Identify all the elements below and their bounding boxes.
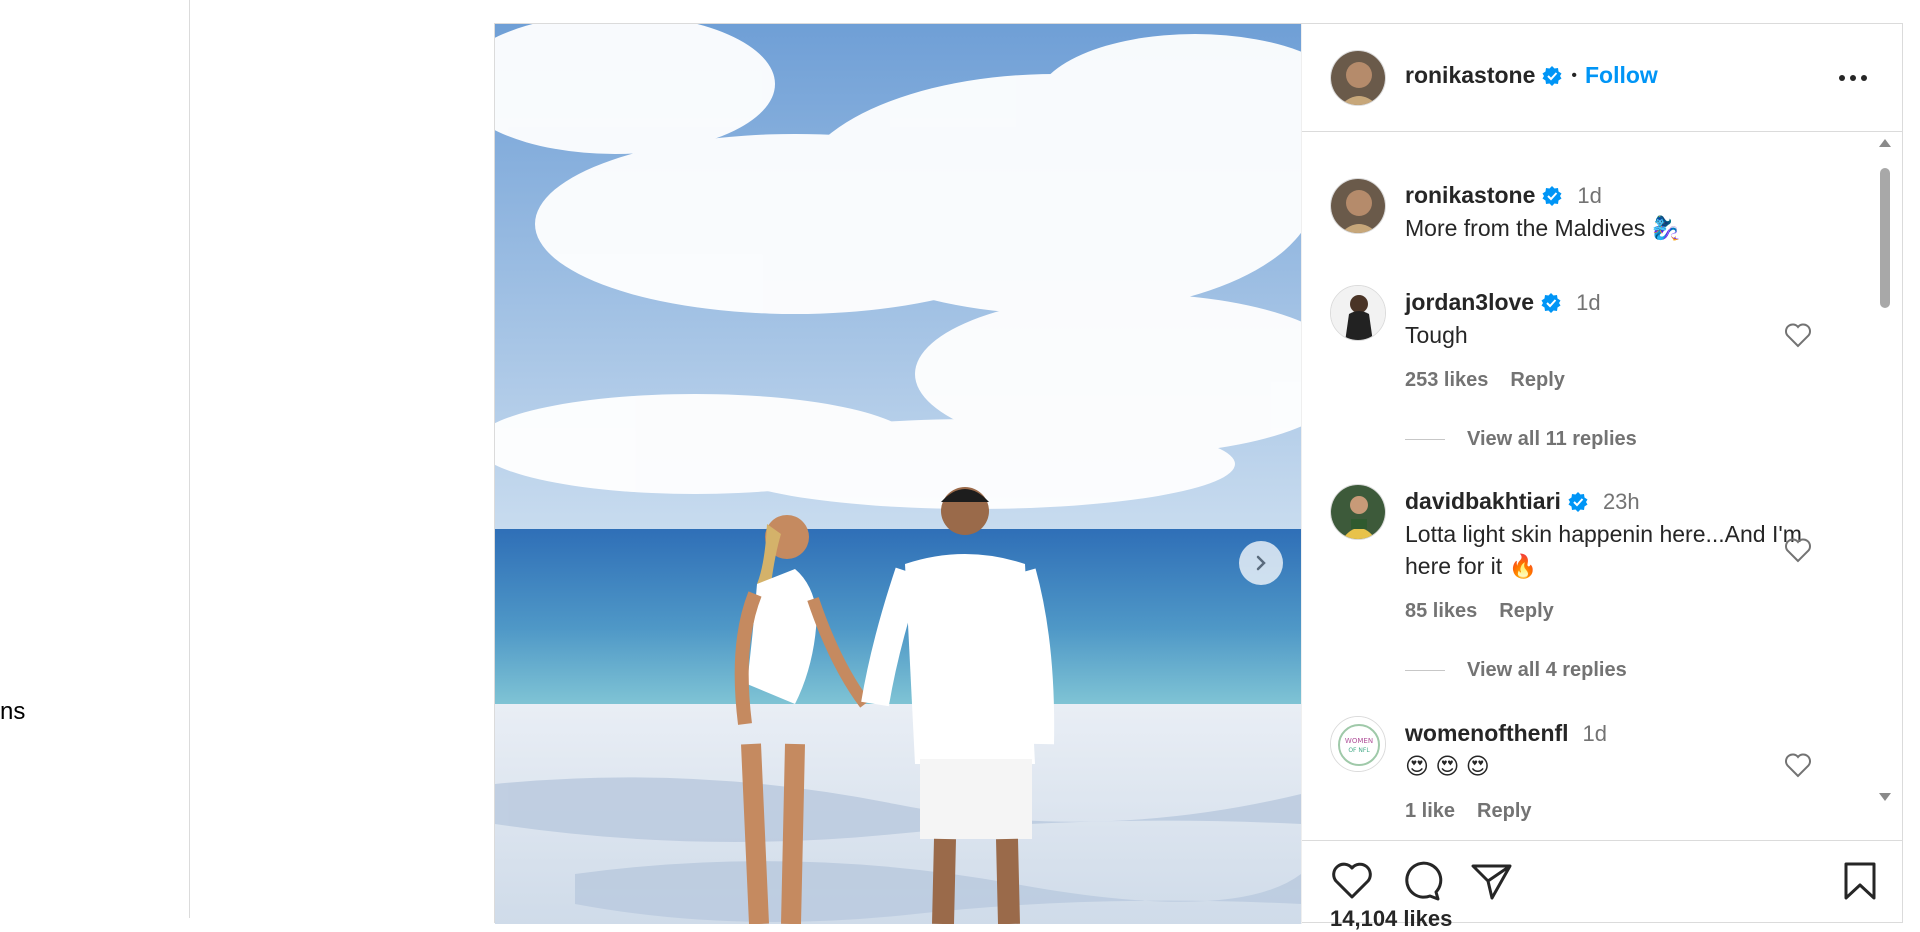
like-button[interactable] bbox=[1330, 861, 1374, 906]
comment-username[interactable]: womenofthenfl bbox=[1405, 720, 1569, 747]
comments-scrollbar[interactable] bbox=[1878, 138, 1892, 802]
view-replies-label: View all 4 replies bbox=[1467, 659, 1627, 681]
caption-avatar[interactable] bbox=[1330, 178, 1386, 234]
left-navigation-sidebar: ns bbox=[0, 0, 190, 918]
chevron-right-icon bbox=[1256, 555, 1266, 571]
post-dialog: ronikastone • Follow ronikastone 1d More… bbox=[494, 23, 1903, 931]
comment-likes[interactable]: 253 likes bbox=[1405, 369, 1488, 392]
heart-icon bbox=[1332, 862, 1372, 899]
verified-badge-icon bbox=[1541, 292, 1561, 313]
comment-head: womenofthenfl 1d bbox=[1405, 720, 1607, 747]
caption-head: ronikastone 1d bbox=[1405, 182, 1602, 209]
comment-reply-button[interactable]: Reply bbox=[1510, 369, 1564, 392]
scroll-down-arrow-icon[interactable] bbox=[1878, 792, 1892, 802]
comment-username[interactable]: davidbakhtiari bbox=[1405, 488, 1561, 515]
more-options-button[interactable] bbox=[1838, 70, 1868, 88]
replies-divider-line bbox=[1405, 439, 1445, 440]
verified-badge-icon bbox=[1568, 491, 1588, 512]
comment-like-heart-icon[interactable] bbox=[1784, 322, 1812, 348]
comment-text: Tough bbox=[1405, 322, 1468, 348]
post-side-panel: ronikastone • Follow ronikastone 1d More… bbox=[1301, 24, 1903, 931]
comment-meta: 1 like Reply bbox=[1405, 800, 1532, 823]
comment-avatar[interactable] bbox=[1330, 484, 1386, 540]
comment-time[interactable]: 1d bbox=[1576, 290, 1600, 316]
comment-time[interactable]: 1d bbox=[1583, 721, 1607, 747]
verified-badge-icon bbox=[1542, 65, 1562, 86]
comment-reply-button[interactable]: Reply bbox=[1499, 600, 1553, 623]
next-photo-button[interactable] bbox=[1239, 541, 1283, 585]
comments-list: ronikastone 1d More from the Maldives 🧞‍… bbox=[1302, 132, 1903, 840]
comment-icon bbox=[1405, 861, 1443, 901]
replies-divider-line bbox=[1405, 670, 1445, 671]
comment-head: davidbakhtiari 23h bbox=[1405, 488, 1640, 515]
author-row: ronikastone • Follow bbox=[1405, 62, 1658, 89]
comment-head: jordan3love 1d bbox=[1405, 289, 1601, 316]
scroll-up-arrow-icon[interactable] bbox=[1878, 138, 1892, 148]
comment-likes[interactable]: 1 like bbox=[1405, 800, 1455, 823]
caption-time[interactable]: 1d bbox=[1577, 183, 1601, 209]
paper-plane-icon bbox=[1471, 864, 1512, 900]
comment-time[interactable]: 23h bbox=[1603, 489, 1640, 515]
more-horizontal-icon bbox=[1839, 75, 1867, 81]
comment-username[interactable]: jordan3love bbox=[1405, 289, 1534, 316]
svg-text:OF NFL: OF NFL bbox=[1348, 747, 1370, 754]
author-avatar[interactable] bbox=[1330, 50, 1386, 106]
sidebar-item-label-partial[interactable]: ns bbox=[0, 698, 25, 726]
caption-username[interactable]: ronikastone bbox=[1405, 182, 1535, 209]
view-replies-button[interactable]: View all 4 replies bbox=[1405, 659, 1627, 682]
separator-dot: • bbox=[1571, 66, 1577, 84]
comment-like-heart-icon[interactable] bbox=[1784, 752, 1812, 778]
comment-button[interactable] bbox=[1400, 861, 1444, 906]
comment-meta: 85 likes Reply bbox=[1405, 600, 1554, 623]
comment-avatar[interactable] bbox=[1330, 285, 1386, 341]
scroll-thumb[interactable] bbox=[1880, 168, 1890, 308]
comment-meta: 253 likes Reply bbox=[1405, 369, 1565, 392]
like-count[interactable]: 14,104 likes bbox=[1330, 906, 1452, 932]
caption-text: More from the Maldives 🧞‍♀️ bbox=[1405, 215, 1681, 241]
bookmark-icon bbox=[1844, 862, 1876, 900]
beach-photo bbox=[495, 24, 1301, 924]
svg-text:WOMEN: WOMEN bbox=[1345, 737, 1373, 745]
follow-button[interactable]: Follow bbox=[1585, 62, 1658, 89]
comment-likes[interactable]: 85 likes bbox=[1405, 600, 1477, 623]
view-replies-button[interactable]: View all 11 replies bbox=[1405, 428, 1637, 451]
verified-badge-icon bbox=[1542, 185, 1562, 206]
comment-text: 😍 😍 😍 bbox=[1405, 753, 1490, 779]
comment-reply-button[interactable]: Reply bbox=[1477, 800, 1531, 823]
post-media[interactable] bbox=[495, 24, 1301, 924]
comment-text: Lotta light skin happenin here...And I'm… bbox=[1405, 521, 1802, 579]
post-header: ronikastone • Follow bbox=[1302, 24, 1902, 132]
comment-avatar[interactable]: WOMEN OF NFL bbox=[1330, 716, 1386, 772]
save-button[interactable] bbox=[1842, 861, 1878, 906]
view-replies-label: View all 11 replies bbox=[1467, 428, 1637, 450]
comment-like-heart-icon[interactable] bbox=[1784, 537, 1812, 563]
share-button[interactable] bbox=[1470, 861, 1514, 906]
author-username[interactable]: ronikastone bbox=[1405, 62, 1535, 89]
